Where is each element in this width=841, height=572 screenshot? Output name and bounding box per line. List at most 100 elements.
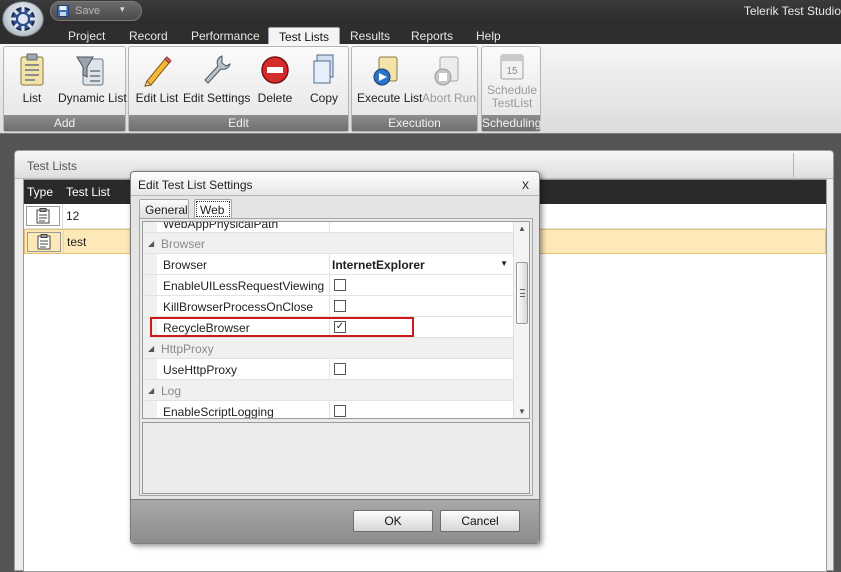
property-value [329, 296, 514, 316]
filter-list-icon [76, 56, 104, 86]
edit-settings-button[interactable]: Edit Settings [183, 53, 251, 113]
test-list-name: 12 [66, 209, 80, 223]
list-type-icon [27, 232, 61, 252]
property-name: Browser [163, 258, 208, 272]
abort-run-button[interactable]: Abort Run [422, 53, 477, 113]
list-button-label: List [22, 91, 42, 105]
property-description-area [142, 422, 530, 494]
category-http-proxy[interactable]: ◢ HttpProxy [143, 338, 514, 359]
recycle-browser-highlight [150, 317, 414, 337]
dialog-title: Edit Test List Settings [138, 178, 253, 192]
use-http-proxy-checkbox[interactable] [334, 363, 346, 375]
tab-help[interactable]: Help [466, 27, 511, 45]
property-row-webapp-physical-path[interactable]: WebAppPhysicalPath [143, 222, 514, 233]
group-label-edit: Edit [129, 115, 348, 131]
execute-list-button-label: Execute List [357, 91, 423, 105]
collapse-triangle-icon[interactable]: ◢ [148, 344, 154, 353]
dynamic-list-button[interactable]: Dynamic List [58, 53, 127, 113]
tab-test-lists[interactable]: Test Lists [268, 27, 341, 45]
quick-access-save-button[interactable]: Save [50, 1, 142, 21]
collapse-triangle-icon[interactable]: ◢ [148, 239, 154, 248]
row-gutter [143, 359, 157, 379]
property-name: UseHttpProxy [163, 363, 238, 377]
abort-run-button-label: Abort Run [422, 91, 477, 105]
wrench-icon [204, 55, 231, 84]
row-divider [63, 230, 64, 253]
property-value [329, 359, 514, 379]
dynamic-list-button-label: Dynamic List [58, 91, 127, 105]
delete-icon [261, 56, 289, 84]
tab-project[interactable]: Project [58, 27, 115, 45]
close-icon[interactable]: x [522, 176, 529, 192]
execute-list-button[interactable]: Execute List [357, 53, 422, 113]
column-header-test-list[interactable]: Test List [66, 185, 110, 199]
enable-uiless-checkbox[interactable] [334, 279, 346, 291]
tab-results[interactable]: Results [340, 27, 400, 45]
category-label: HttpProxy [161, 342, 214, 356]
property-grid-scrollbar[interactable]: ▲ ▼ [513, 222, 529, 418]
browser-select[interactable]: InternetExplorer ▼ [329, 254, 514, 274]
property-row-kill-browser[interactable]: KillBrowserProcessOnClose [143, 296, 514, 317]
chevron-down-icon[interactable]: ▼ [500, 259, 508, 268]
ok-button[interactable]: OK [353, 510, 433, 532]
edit-settings-button-label: Edit Settings [183, 91, 251, 105]
test-list-name: test [67, 235, 87, 249]
property-row-browser[interactable]: Browser InternetExplorer ▼ [143, 254, 514, 275]
scroll-down-arrow-icon[interactable]: ▼ [518, 407, 526, 416]
tab-performance[interactable]: Performance [181, 27, 270, 45]
property-row-enable-script-logging[interactable]: EnableScriptLogging [143, 401, 514, 418]
application-menu-button[interactable] [2, 1, 44, 37]
copy-button[interactable]: Copy [305, 53, 343, 113]
column-header-type[interactable]: Type [27, 185, 53, 199]
group-label-add: Add [4, 115, 125, 131]
ribbon-tab-strip: Project Record Performance Test Lists Re… [0, 24, 841, 45]
ribbon-group-execution: Execute List Abort Run Execution [351, 46, 478, 132]
group-label-execution: Execution [352, 115, 477, 131]
row-gutter [143, 254, 157, 274]
tab-record[interactable]: Record [119, 27, 178, 45]
copy-icon [313, 54, 334, 84]
app-title: Telerik Test Studio [743, 4, 841, 18]
edit-test-list-settings-dialog: Edit Test List Settings x General Web We… [130, 171, 540, 544]
tab-web[interactable]: Web [194, 199, 232, 219]
cancel-button[interactable]: Cancel [440, 510, 520, 532]
calendar-icon: 15 [500, 54, 524, 80]
row-gutter [143, 401, 157, 418]
property-name: EnableUILessRequestViewing [163, 279, 325, 293]
schedule-testlist-button[interactable]: 15 Schedule TestList [485, 52, 539, 112]
scrollbar-thumb[interactable] [516, 262, 528, 324]
enable-script-logging-checkbox[interactable] [334, 405, 346, 417]
dialog-title-bar[interactable]: Edit Test List Settings [131, 172, 539, 196]
property-value[interactable] [329, 222, 514, 232]
ribbon: List Dynamic List Add Edit List Edit Set… [0, 44, 841, 134]
row-gutter [143, 275, 157, 295]
kill-browser-checkbox[interactable] [334, 300, 346, 312]
list-button[interactable]: List [14, 53, 50, 113]
category-browser[interactable]: ◢ Browser [143, 233, 514, 254]
category-log[interactable]: ◢ Log [143, 380, 514, 401]
category-label: Log [161, 384, 182, 398]
delete-button[interactable]: Delete [255, 53, 295, 113]
property-name: KillBrowserProcessOnClose [163, 300, 314, 314]
property-grid: WebAppPhysicalPath ◢ Browser Browser Int… [142, 221, 530, 419]
property-row-use-http-proxy[interactable]: UseHttpProxy [143, 359, 514, 380]
property-row-enable-uiless[interactable]: EnableUILessRequestViewing [143, 275, 514, 296]
edit-list-button[interactable]: Edit List [135, 53, 179, 113]
abort-run-icon [434, 56, 459, 86]
pencil-icon [144, 56, 172, 87]
save-icon [57, 5, 69, 17]
collapse-triangle-icon[interactable]: ◢ [148, 386, 154, 395]
tab-general[interactable]: General [139, 199, 189, 219]
quick-access-dropdown-icon[interactable]: ▾ [120, 4, 125, 15]
row-gutter [143, 296, 157, 316]
row-divider [62, 204, 63, 228]
execute-list-icon [373, 56, 398, 86]
ribbon-group-add: List Dynamic List Add [3, 46, 127, 132]
tab-reports[interactable]: Reports [401, 27, 463, 45]
scroll-up-arrow-icon[interactable]: ▲ [518, 224, 526, 233]
title-bar: Save ▾ Telerik Test Studio [0, 0, 841, 24]
gear-icon [11, 7, 35, 31]
ribbon-group-edit: Edit List Edit Settings Delete Copy Edit [128, 46, 349, 132]
category-label: Browser [161, 237, 206, 251]
dialog-footer: OK Cancel [131, 499, 539, 543]
